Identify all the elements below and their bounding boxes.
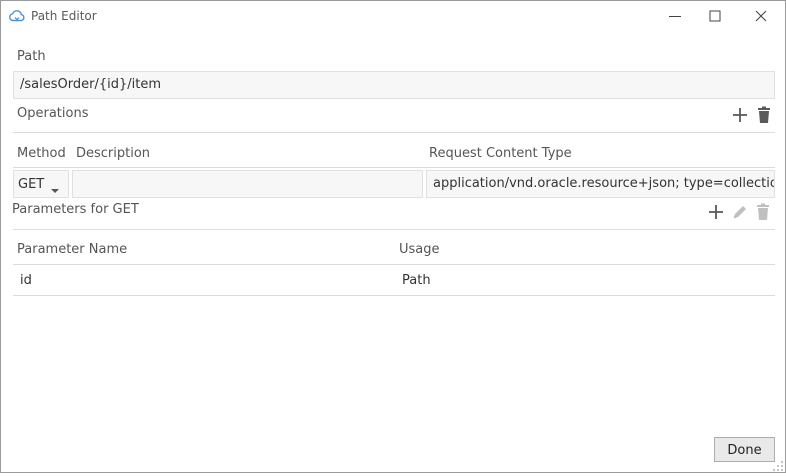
plus-icon [709,205,723,219]
trash-icon [757,203,769,220]
plus-icon [733,108,747,122]
path-input[interactable]: /salesOrder/{id}/item [13,71,775,99]
path-editor-window: Path Editor Path /salesOrder/{id}/item O… [0,0,786,473]
resize-grip-icon[interactable] [772,460,784,472]
maximize-icon [709,10,721,22]
delete-operation-button[interactable] [754,105,774,125]
done-button[interactable]: Done [714,437,775,462]
parameter-usage-cell: Path [402,273,431,288]
column-description: Description [76,146,151,161]
parameters-table-header: Parameter Name Usage [13,234,775,264]
caret-down-icon [50,183,60,198]
method-select-value: GET [18,177,45,192]
parameters-row-divider [13,295,775,296]
parameter-name-cell: id [20,273,32,288]
column-parameter-name: Parameter Name [17,242,128,257]
request-content-type-input[interactable]: application/vnd.oracle.resource+json; ty… [426,170,775,198]
method-select[interactable]: GET [13,170,69,198]
maximize-button[interactable] [693,1,739,31]
operations-header-divider [13,167,775,168]
minimize-icon [669,16,681,17]
column-usage: Usage [399,242,440,257]
close-button[interactable] [739,1,785,31]
pencil-icon [733,206,746,219]
trash-icon [758,106,770,123]
parameters-divider [13,229,775,230]
parameters-label: Parameters for GET [12,202,139,217]
add-parameter-button[interactable] [706,202,726,222]
title-bar[interactable]: Path Editor [1,1,785,31]
edit-parameter-button[interactable] [730,202,750,222]
close-icon [755,10,767,22]
column-method: Method [17,146,66,161]
table-row[interactable]: id Path [13,265,775,295]
delete-parameter-button[interactable] [753,202,773,222]
window-title: Path Editor [31,9,97,23]
description-input[interactable] [72,170,423,198]
operations-label: Operations [17,106,89,121]
path-label: Path [17,49,46,64]
operations-divider [13,132,775,133]
add-operation-button[interactable] [730,105,750,125]
cloud-app-icon [8,8,26,24]
column-request-content-type: Request Content Type [429,146,572,161]
